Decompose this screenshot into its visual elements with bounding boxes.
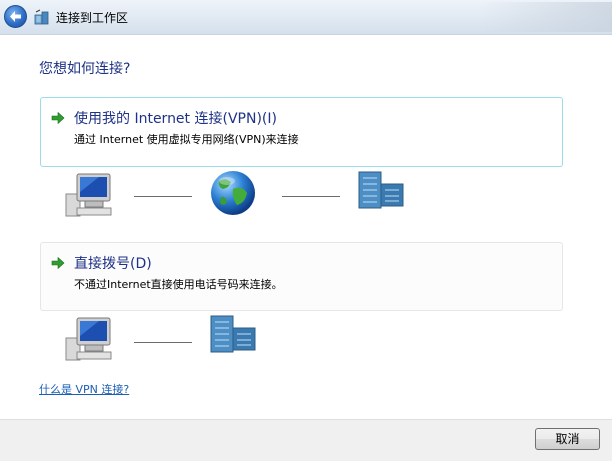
back-arrow-icon: [10, 11, 21, 22]
connection-line: [134, 196, 192, 197]
dial-up-option-description: 不通过Internet直接使用电话号码来连接。: [74, 278, 283, 291]
office-building-icon: [210, 315, 256, 353]
dial-up-option-title: 直接拨号(D): [74, 256, 152, 272]
computer-icon: [65, 317, 112, 361]
vpn-option[interactable]: 使用我的 Internet 连接(VPN)(I) 通过 Internet 使用虚…: [40, 97, 563, 167]
office-building-icon: [358, 171, 404, 209]
footer-bar: [0, 419, 612, 461]
green-arrow-icon: [51, 112, 65, 124]
green-arrow-icon: [51, 257, 65, 269]
vpn-option-title: 使用我的 Internet 连接(VPN)(I): [74, 111, 277, 127]
connection-line: [282, 196, 340, 197]
connection-line: [134, 342, 192, 343]
page-heading: 您想如何连接?: [39, 61, 131, 77]
workplace-network-icon: [34, 9, 49, 25]
vpn-option-description: 通过 Internet 使用虚拟专用网络(VPN)来连接: [74, 133, 299, 146]
cancel-button[interactable]: 取消: [535, 428, 600, 450]
back-button[interactable]: [4, 5, 27, 28]
computer-icon: [65, 173, 112, 217]
title-bar: 连接到工作区: [0, 0, 612, 35]
what-is-vpn-link[interactable]: 什么是 VPN 连接?: [39, 381, 129, 397]
window-title: 连接到工作区: [56, 11, 129, 25]
globe-icon: [211, 171, 255, 215]
dial-up-option[interactable]: 直接拨号(D) 不通过Internet直接使用电话号码来连接。: [40, 242, 563, 311]
